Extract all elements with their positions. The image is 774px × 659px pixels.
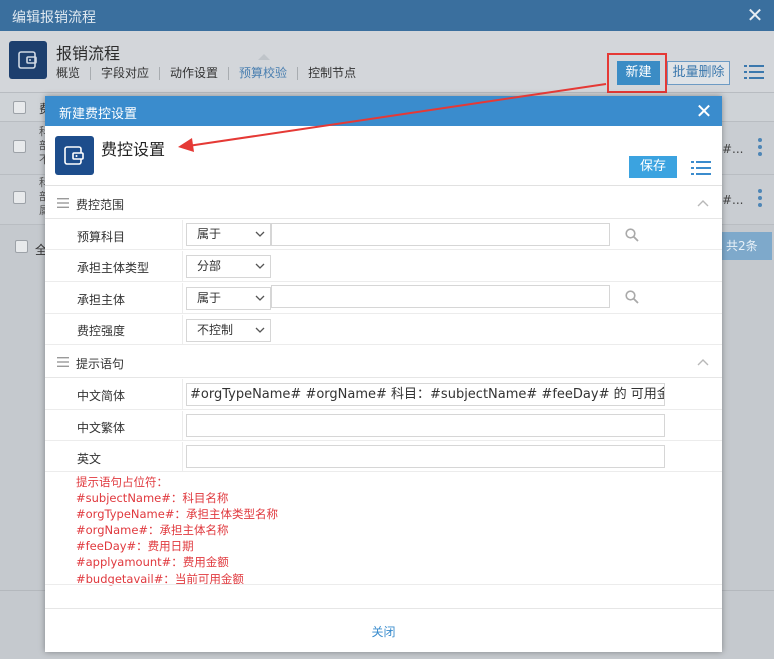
fee-control-modal: 新建费控设置 ✕ 费控设置 保存 费控范围 预算科目 属于 承担主体类型 分部 …: [45, 96, 722, 652]
modal-title: 新建费控设置: [59, 107, 138, 122]
select-value: 属于: [197, 291, 222, 305]
select-value: 分部: [197, 259, 222, 273]
tab-field-mapping[interactable]: 字段对应: [90, 67, 159, 80]
zh-simplified-input[interactable]: #orgTypeName# #orgName# 科目：#subjectName#…: [186, 383, 665, 406]
field-row-zh-traditional: 中文繁体: [45, 411, 722, 441]
section-title: 费控范围: [76, 198, 125, 212]
divider: [182, 411, 183, 440]
zh-traditional-input[interactable]: [186, 414, 665, 437]
outer-page-title: 报销流程: [56, 44, 121, 63]
section-header-scope[interactable]: 费控范围: [45, 187, 722, 219]
divider: [182, 283, 183, 313]
entity-operator-select[interactable]: 属于: [186, 287, 271, 310]
control-strength-select[interactable]: 不控制: [186, 319, 271, 342]
field-row-entity-type: 承担主体类型 分部: [45, 251, 722, 282]
select-value: 属于: [197, 227, 222, 241]
active-tab-indicator: [258, 54, 270, 60]
row-tail-text: #...: [722, 142, 744, 156]
outer-window-title: 编辑报销流程: [12, 10, 96, 26]
section-header-prompt[interactable]: 提示语句: [45, 346, 722, 378]
tab-overview[interactable]: 概览: [56, 67, 90, 80]
field-row-zh-simplified: 中文简体 #orgTypeName# #orgName# 科目：#subject…: [45, 379, 722, 410]
modal-page-title: 费控设置: [101, 140, 166, 159]
outer-titlebar: 编辑报销流程 ✕: [0, 0, 774, 31]
modal-footer: 关闭: [45, 608, 722, 652]
divider: [182, 315, 183, 344]
field-label: 中文繁体: [77, 421, 126, 435]
hint-line: #orgName#：承担主体名称: [76, 523, 229, 538]
field-label: 费控强度: [77, 324, 126, 338]
divider: [182, 379, 183, 409]
chevron-up-icon[interactable]: [697, 199, 709, 207]
field-label: 承担主体类型: [77, 261, 150, 275]
select-all-footer-checkbox[interactable]: [15, 240, 28, 253]
divider: [45, 584, 722, 585]
chevron-down-icon: [255, 327, 265, 333]
chevron-down-icon: [255, 295, 265, 301]
search-icon[interactable]: [625, 228, 639, 242]
field-label: 英文: [77, 452, 102, 466]
row-checkbox[interactable]: [13, 191, 26, 204]
field-label: 预算科目: [77, 230, 126, 244]
select-all-header-checkbox[interactable]: [13, 101, 26, 114]
hint-line: #orgTypeName#：承担主体类型名称: [76, 507, 278, 522]
chevron-up-icon[interactable]: [697, 358, 709, 366]
field-label: 承担主体: [77, 293, 126, 307]
divider: [182, 251, 183, 281]
entity-input[interactable]: [271, 285, 610, 308]
field-row-english: 英文: [45, 442, 722, 472]
wallet-logo-icon: [9, 41, 47, 79]
section-hamburger-icon: [57, 198, 69, 208]
hint-line: #subjectName#：科目名称: [76, 491, 229, 506]
list-menu-icon[interactable]: [744, 64, 764, 80]
wallet-logo-icon: [55, 136, 94, 175]
modal-close-icon[interactable]: ✕: [694, 100, 714, 122]
tab-control-nodes[interactable]: 控制节点: [297, 67, 366, 80]
row-more-icon[interactable]: [758, 136, 766, 159]
divider: [182, 442, 183, 471]
save-button[interactable]: 保存: [629, 156, 677, 178]
budget-subject-input[interactable]: [271, 223, 610, 246]
batch-delete-button[interactable]: 批量删除: [667, 61, 730, 85]
row-tail-text: #...: [722, 193, 744, 207]
tab-action-settings[interactable]: 动作设置: [159, 67, 228, 80]
tab-budget-check[interactable]: 预算校验: [228, 67, 297, 80]
select-value: 不控制: [197, 323, 234, 337]
section-hamburger-icon: [57, 357, 69, 367]
row-checkbox[interactable]: [13, 140, 26, 153]
placeholder-hints: 提示语句占位符： #subjectName#：科目名称 #orgTypeName…: [76, 474, 676, 587]
chevron-down-icon: [255, 231, 265, 237]
list-menu-icon[interactable]: [691, 160, 711, 176]
english-input[interactable]: [186, 445, 665, 468]
total-count-badge: 共2条: [720, 232, 772, 260]
outer-tab-bar: 概览 字段对应 动作设置 预算校验 控制节点: [56, 67, 366, 80]
hint-line: #feeDay#：费用日期: [76, 539, 194, 554]
field-row-entity: 承担主体 属于: [45, 283, 722, 314]
divider: [182, 220, 183, 249]
hint-line: #applyamount#：费用金额: [76, 555, 229, 570]
search-icon[interactable]: [625, 290, 639, 304]
annotation-arrow: [178, 83, 607, 152]
hint-line: 提示语句占位符：: [76, 475, 168, 489]
row-more-icon[interactable]: [758, 187, 766, 210]
entity-type-select[interactable]: 分部: [186, 255, 271, 278]
field-label: 中文简体: [77, 389, 126, 403]
chevron-down-icon: [255, 263, 265, 269]
section-title: 提示语句: [76, 357, 125, 371]
field-row-budget-subject: 预算科目 属于: [45, 220, 722, 250]
field-row-strength: 费控强度 不控制: [45, 315, 722, 345]
close-button[interactable]: 关闭: [45, 623, 722, 640]
outer-close-icon[interactable]: ✕: [744, 4, 766, 26]
budget-subject-operator-select[interactable]: 属于: [186, 223, 271, 246]
